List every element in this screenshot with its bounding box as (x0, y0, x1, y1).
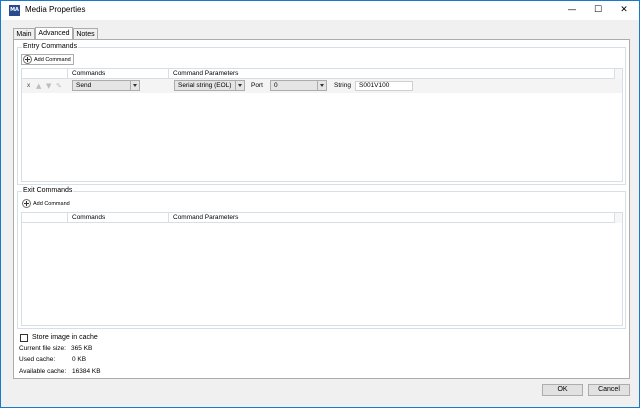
exit-commands-grid: Commands Command Parameters (21, 212, 623, 326)
parameter-type-value: Serial string (EOL) (178, 82, 232, 89)
exit-commands-title: Exit Commands (22, 187, 74, 194)
entry-grid-header: Commands Command Parameters (22, 69, 622, 79)
used-cache-value: 0 KB (72, 356, 87, 363)
arrow-up-icon[interactable]: ▲ (36, 82, 44, 90)
app-logo-icon: MA (9, 5, 20, 16)
delete-row-button[interactable]: x (27, 82, 30, 89)
port-label: Port (251, 82, 263, 89)
port-select[interactable]: 0 (270, 80, 327, 91)
exit-header-parameters[interactable]: Command Parameters (168, 213, 616, 223)
window-title: Media Properties (25, 5, 86, 14)
entry-add-command-label: Add Command (34, 56, 71, 63)
exit-grid-header: Commands Command Parameters (22, 213, 622, 223)
command-select[interactable]: Send (72, 80, 140, 91)
close-button[interactable]: ✕ (611, 1, 637, 20)
entry-add-command-button[interactable]: Add Command (21, 54, 74, 65)
entry-header-parameters[interactable]: Command Parameters (168, 69, 616, 79)
ok-button[interactable]: OK (542, 384, 583, 396)
exit-grid-scroll-corner (614, 213, 622, 223)
entry-grid-scroll-corner (614, 69, 622, 79)
chevron-down-icon (130, 81, 139, 90)
table-row[interactable]: x ▲ ▼ ✎ Send Serial string (EOL) Port 0 (22, 79, 622, 93)
plus-circle-icon (22, 199, 31, 208)
string-label: String (334, 82, 351, 89)
entry-commands-group: Entry Commands Add Command Commands Comm… (17, 43, 626, 185)
chevron-down-icon (317, 81, 326, 90)
entry-header-commands[interactable]: Commands (67, 69, 168, 79)
plus-circle-icon (23, 55, 32, 64)
entry-commands-grid: Commands Command Parameters x ▲ ▼ ✎ Send… (21, 68, 623, 182)
exit-header-commands[interactable]: Commands (67, 213, 168, 223)
store-in-cache-label[interactable]: Store image in cache (32, 334, 98, 341)
command-select-value: Send (76, 82, 92, 89)
parameter-type-select[interactable]: Serial string (EOL) (174, 80, 245, 91)
port-select-value: 0 (274, 82, 278, 89)
exit-commands-group: Exit Commands Add Command Commands Comma… (17, 187, 626, 329)
title-bar[interactable]: MA Media Properties — ☐ ✕ (1, 1, 639, 20)
current-file-size-label: Current file size: (19, 345, 66, 352)
advanced-tab-panel: Entry Commands Add Command Commands Comm… (13, 39, 630, 379)
exit-add-command-button[interactable]: Add Command (21, 198, 70, 209)
cancel-button[interactable]: Cancel (588, 384, 630, 396)
available-cache-label: Available cache: (19, 368, 67, 375)
available-cache-value: 16384 KB (72, 368, 101, 375)
arrow-down-icon[interactable]: ▼ (46, 82, 54, 90)
chevron-down-icon (235, 81, 244, 90)
maximize-button[interactable]: ☐ (585, 1, 611, 20)
string-input[interactable]: S001V100 (355, 81, 413, 91)
current-file-size-value: 365 KB (71, 345, 93, 352)
edit-icon[interactable]: ✎ (56, 82, 64, 90)
used-cache-label: Used cache: (19, 356, 56, 363)
exit-add-command-label: Add Command (33, 200, 70, 207)
store-in-cache-checkbox[interactable] (20, 334, 28, 342)
minimize-button[interactable]: — (559, 1, 585, 20)
entry-commands-title: Entry Commands (22, 43, 79, 50)
media-properties-window: MA Media Properties — ☐ ✕ Main Advanced … (0, 0, 640, 408)
